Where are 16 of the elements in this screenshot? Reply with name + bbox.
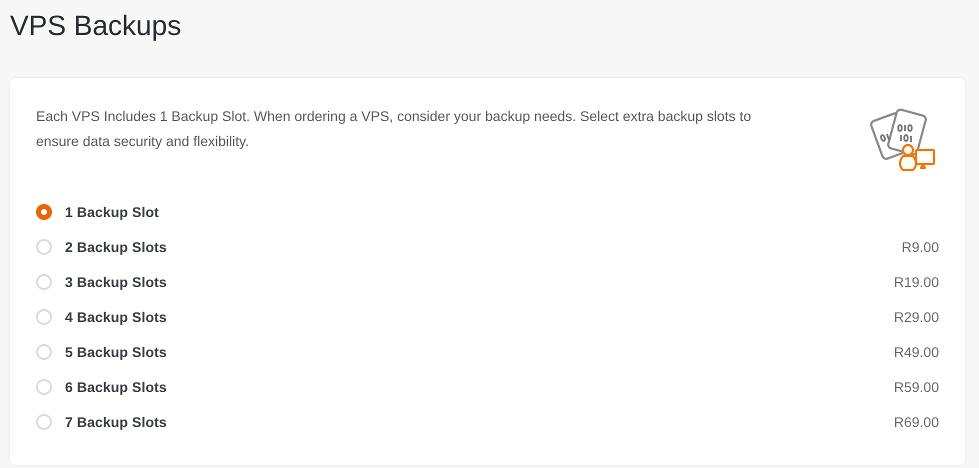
price: R9.00 bbox=[902, 238, 939, 254]
option-label[interactable]: 4 Backup Slots bbox=[65, 308, 167, 324]
option-label[interactable]: 6 Backup Slots bbox=[65, 378, 167, 394]
price: R29.00 bbox=[894, 308, 939, 324]
price: R59.00 bbox=[894, 378, 939, 394]
price: R69.00 bbox=[894, 414, 939, 430]
price: R49.00 bbox=[894, 344, 939, 360]
option-label[interactable]: 3 Backup Slots bbox=[65, 274, 167, 290]
option-label[interactable]: 5 Backup Slots bbox=[65, 344, 167, 360]
option-label[interactable]: 1 Backup Slot bbox=[65, 204, 159, 220]
description: Each VPS Includes 1 Backup Slot. When ordering a VPS, consider your backup needs. Select extra backup slots to ensure data security and flexibility. bbox=[36, 107, 752, 151]
price: R19.00 bbox=[894, 274, 939, 290]
page-title: VPS Backups bbox=[10, 9, 182, 43]
option-label[interactable]: 2 Backup Slots bbox=[65, 238, 167, 254]
radio-button[interactable] bbox=[36, 204, 52, 220]
option-label[interactable]: 7 Backup Slots bbox=[65, 414, 167, 430]
